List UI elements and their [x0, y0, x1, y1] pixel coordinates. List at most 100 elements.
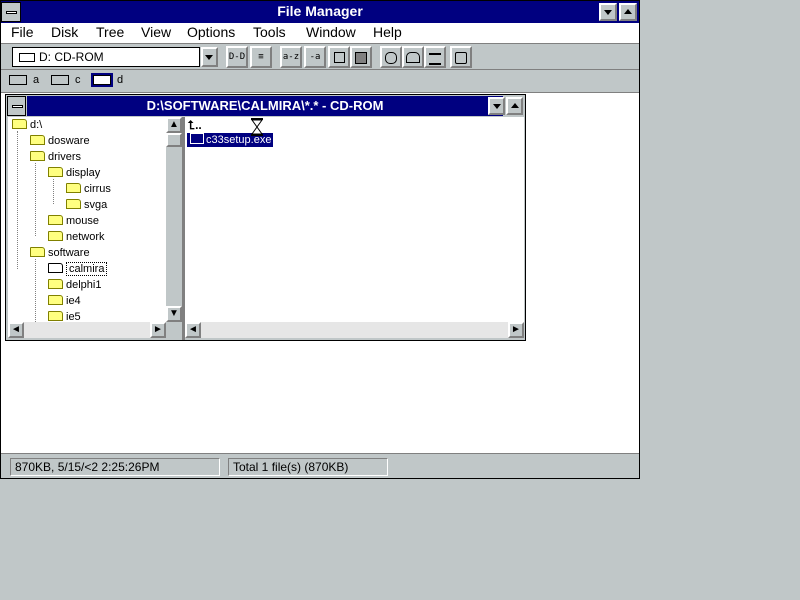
tree-line — [53, 179, 54, 204]
tree-node-label: software — [48, 247, 90, 259]
system-menu-icon — [6, 11, 17, 14]
folder-icon — [30, 135, 45, 145]
status-selection-info: 870KB, 5/15/<2 2:25:26PM — [10, 458, 220, 476]
tree-node-dosware[interactable]: dosware — [30, 134, 90, 148]
folder-icon — [30, 151, 45, 161]
drive-a-label: a — [33, 74, 40, 86]
tree-node-ie4[interactable]: ie4 — [48, 294, 81, 308]
status-bar: 870KB, 5/15/<2 2:25:26PM Total 1 file(s)… — [1, 453, 639, 478]
scroll-thumb[interactable] — [166, 133, 182, 147]
toolbar-sort-type-button[interactable]: -a — [304, 46, 326, 68]
toolbar-list-button[interactable] — [424, 46, 446, 68]
system-menu-button[interactable] — [1, 2, 21, 22]
menu-tools[interactable]: Tools — [252, 24, 287, 40]
file-horizontal-scrollbar[interactable]: ◄ ► — [185, 322, 524, 338]
cdrom-drive-icon — [91, 73, 113, 87]
menu-tree[interactable]: Tree — [95, 24, 125, 40]
hard-drive-icon — [51, 75, 69, 85]
menu-bar: File Disk Tree View Options Tools Window… — [1, 23, 639, 43]
maximize-button[interactable] — [619, 3, 637, 21]
tree-node-delphi1[interactable]: delphi1 — [48, 278, 101, 292]
directory-title-bar[interactable]: D:\SOFTWARE\CALMIRA\*.* - CD-ROM — [27, 96, 503, 116]
sort-name-icon: a-z — [282, 52, 300, 62]
arrow-left-icon: ◄ — [11, 324, 21, 335]
folder-icon — [48, 279, 63, 289]
tree-node-calmira[interactable]: calmira — [48, 262, 108, 276]
tree-vertical-scrollbar[interactable]: ▲ ▼ — [166, 117, 182, 322]
scroll-left-button[interactable]: ◄ — [8, 322, 24, 338]
tree-node-ie5[interactable]: ie5 — [48, 310, 81, 322]
scroll-right-button[interactable]: ► — [508, 322, 524, 338]
tree-pane[interactable]: d:\ dosware drivers display cirrus svga … — [8, 117, 166, 322]
minimize-icon — [493, 104, 501, 109]
tree-node-label: display — [66, 167, 101, 179]
tree-node-network[interactable]: network — [48, 230, 105, 244]
tree-node-svga[interactable]: svga — [66, 198, 107, 212]
dropdown-arrow-icon — [205, 55, 213, 60]
tree-node-cirrus[interactable]: cirrus — [66, 182, 111, 196]
tree-node-mouse[interactable]: mouse — [48, 214, 99, 228]
toolbar-connect-drive-button[interactable]: D-D — [226, 46, 248, 68]
toolbar-share-button[interactable] — [450, 46, 472, 68]
maximize-icon — [624, 9, 632, 14]
tree-node-drivers[interactable]: drivers — [30, 150, 81, 164]
system-menu-icon — [12, 105, 23, 108]
drive-combo[interactable]: D: CD-ROM — [12, 47, 200, 67]
sort-type-icon: -a — [309, 52, 321, 62]
tree-node-label: ie5 — [66, 311, 81, 322]
tree-node-label: calmira — [66, 262, 108, 276]
arrow-right-icon: ► — [153, 324, 163, 335]
toolbar-disconnect-drive-button[interactable]: ≡ — [250, 46, 272, 68]
list-icon — [429, 53, 441, 65]
directory-system-menu-button[interactable] — [7, 96, 26, 116]
drive-bar: a c d — [1, 69, 639, 93]
tree-node-display[interactable]: display — [48, 166, 100, 180]
tree-node-software[interactable]: software — [30, 246, 90, 260]
tree-node-root[interactable]: d:\ — [12, 118, 42, 132]
scroll-left-button[interactable]: ◄ — [185, 322, 201, 338]
menu-disk[interactable]: Disk — [50, 24, 79, 40]
folder-icon — [48, 167, 63, 177]
menu-help[interactable]: Help — [372, 24, 403, 40]
toolbar-disk-button[interactable] — [380, 46, 402, 68]
toolbar-copy-button[interactable] — [328, 46, 350, 68]
floppy-drive-icon — [9, 75, 27, 85]
tree-node-label: network — [66, 231, 105, 243]
drive-combo-dropdown-button[interactable] — [201, 47, 218, 67]
arrow-down-icon: ▼ — [169, 308, 179, 319]
minimize-button[interactable] — [599, 3, 617, 21]
file-item-label: .. — [195, 118, 202, 132]
share-icon — [455, 52, 467, 64]
tree-line — [35, 259, 36, 322]
tree-horizontal-scrollbar[interactable]: ◄ ► — [8, 322, 166, 338]
menu-file[interactable]: File — [10, 24, 35, 40]
scroll-down-button[interactable]: ▼ — [166, 306, 182, 322]
menu-window[interactable]: Window — [305, 24, 357, 40]
directory-maximize-button[interactable] — [506, 97, 523, 115]
directory-minimize-button[interactable] — [488, 97, 505, 115]
arrow-right-icon: ► — [511, 324, 521, 335]
toolbar-move-button[interactable] — [350, 46, 372, 68]
scroll-up-button[interactable]: ▲ — [166, 117, 182, 133]
folder-icon — [48, 311, 63, 321]
drive-d-label: d — [117, 74, 124, 86]
folder-icon — [12, 119, 27, 129]
drive-combo-value: D: CD-ROM — [39, 50, 104, 64]
tree-line — [17, 131, 18, 269]
tree-line — [35, 163, 36, 236]
menu-view[interactable]: View — [140, 24, 172, 40]
scroll-right-button[interactable]: ► — [150, 322, 166, 338]
tree-node-label: delphi1 — [66, 279, 102, 291]
file-list-pane[interactable]: ⮤.. c33setup.exe — [185, 117, 524, 322]
cdrom-drive-icon — [19, 53, 35, 62]
tree-node-label: drivers — [48, 151, 82, 163]
toolbar-sort-name-button[interactable]: a-z — [280, 46, 302, 68]
title-bar[interactable]: File Manager — [1, 1, 639, 23]
file-item-parent[interactable]: ⮤.. — [188, 118, 202, 133]
folder-icon — [48, 215, 63, 225]
move-icon — [355, 52, 367, 64]
folder-icon — [66, 183, 81, 193]
network-icon — [406, 52, 420, 63]
toolbar-network-button[interactable] — [402, 46, 424, 68]
menu-options[interactable]: Options — [186, 24, 236, 40]
